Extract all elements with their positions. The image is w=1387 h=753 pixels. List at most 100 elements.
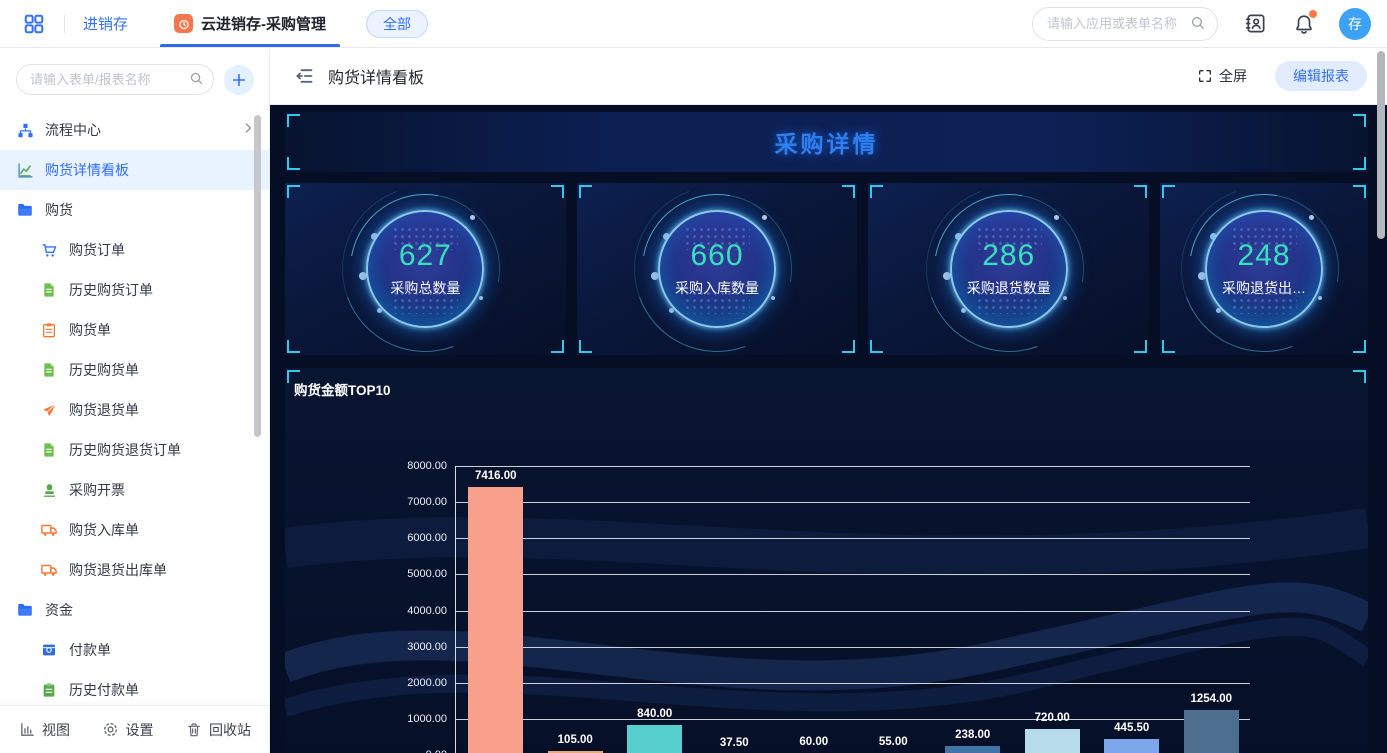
app-clock-icon <box>174 14 194 33</box>
bar-chart-plot: 0.001000.002000.003000.004000.005000.006… <box>407 460 1250 753</box>
gauge-panel-3: 248 采购退货出… <box>1160 183 1368 355</box>
bar-value-label: 55.00 <box>878 736 908 748</box>
bar-2[interactable] <box>627 724 683 753</box>
document-icon <box>40 441 58 459</box>
gauge-panel-2: 286 采购退货数量 <box>868 183 1150 355</box>
gridline <box>456 718 1250 720</box>
sidebar-footer-视图[interactable]: 视图 <box>18 720 70 740</box>
notification-bell-icon[interactable] <box>1293 9 1317 35</box>
sidebar: 流程中心购货详情看板购货购货订单历史购货订单购货单历史购货单购货退货单历史购货退… <box>0 48 270 753</box>
gridline <box>456 646 1250 648</box>
sidebar-item-6[interactable]: 历史购货单 <box>0 350 269 390</box>
contacts-directory-icon[interactable] <box>1244 12 1267 35</box>
bar-value-label: 720.00 <box>1034 711 1070 724</box>
main-scrollbar[interactable] <box>1377 51 1385 239</box>
header-actions: 全屏 编辑报表 <box>1197 61 1367 91</box>
clipboard-green-icon <box>40 681 58 699</box>
sidebar-item-label: 购货单 <box>69 322 111 338</box>
bar-value-label: 445.50 <box>1114 721 1150 734</box>
clipboard-orange-icon <box>40 321 58 339</box>
user-avatar[interactable]: 存 <box>1339 7 1371 40</box>
sidebar-item-8[interactable]: 历史购货退货订单 <box>0 430 269 470</box>
apps-grid-icon[interactable] <box>22 12 46 36</box>
main-area: 购货详情看板 全屏 编辑报表 采购详情 627 采购总数量 660 采购入库数量 286… <box>270 48 1387 753</box>
y-axis-tick-label: 4000.00 <box>407 604 447 617</box>
paper-plane-icon <box>40 401 58 419</box>
sidebar-item-5[interactable]: 购货单 <box>0 310 269 350</box>
gauge-label: 采购入库数量 <box>675 279 760 296</box>
gauge-circle: 627 采购总数量 <box>366 210 485 328</box>
decor-dot <box>1318 296 1323 300</box>
navbar-right: 存 <box>1032 6 1387 41</box>
collapse-sidebar-icon[interactable] <box>294 66 314 86</box>
navbar-left: 进销存 云进销存-采购管理 全部 <box>0 0 429 47</box>
sidebar-item-12[interactable]: 资金 <box>0 590 269 630</box>
stamp-icon <box>40 481 58 499</box>
y-axis-tick-label: 5000.00 <box>407 568 447 581</box>
gauge: 248 采购退货出… <box>1160 183 1368 355</box>
decor-dot <box>1309 215 1315 220</box>
sidebar-item-1[interactable]: 购货详情看板 <box>0 150 269 190</box>
y-axis-tick-label: 0.00 <box>377 749 447 753</box>
search-icon <box>189 71 204 91</box>
sidebar-item-9[interactable]: 采购开票 <box>0 470 269 510</box>
bar-9[interactable] <box>1183 709 1239 753</box>
add-form-button[interactable] <box>224 64 254 95</box>
gauge-panel-1: 660 采购入库数量 <box>576 183 858 355</box>
bar-6[interactable] <box>945 746 1001 753</box>
sidebar-item-11[interactable]: 购货退货出库单 <box>0 550 269 590</box>
sidebar-item-label: 历史购货退货订单 <box>69 442 181 458</box>
fullscreen-label: 全屏 <box>1219 68 1247 84</box>
bar-8[interactable] <box>1104 738 1160 753</box>
bar-7[interactable] <box>1024 729 1080 753</box>
document-icon <box>40 281 58 299</box>
sidebar-item-10[interactable]: 购货入库单 <box>0 510 269 550</box>
y-axis-tick-label: 1000.00 <box>407 712 447 725</box>
decor-dot <box>1053 215 1059 220</box>
sidebar-item-13[interactable]: 付款单 <box>0 630 269 670</box>
gauge-value: 660 <box>690 238 744 272</box>
edit-report-button[interactable]: 编辑报表 <box>1275 61 1367 91</box>
bar-value-label: 840.00 <box>637 707 673 720</box>
fullscreen-button[interactable]: 全屏 <box>1197 66 1247 86</box>
truck-icon <box>40 561 58 579</box>
gauge: 286 采购退货数量 <box>898 183 1120 355</box>
sidebar-search-input[interactable] <box>16 64 214 95</box>
bar-value-label: 7416.00 <box>474 470 517 483</box>
sidebar-footer-回收站[interactable]: 回收站 <box>185 720 251 740</box>
gridline <box>456 610 1250 612</box>
gauge-circle: 660 采购入库数量 <box>658 210 777 328</box>
sidebar-search-row <box>0 48 269 105</box>
sidebar-footer-设置[interactable]: 设置 <box>102 720 154 740</box>
decor-dot <box>1062 296 1067 300</box>
search-icon <box>1190 15 1206 36</box>
sidebar-item-2[interactable]: 购货 <box>0 190 269 230</box>
sidebar-item-7[interactable]: 购货退货单 <box>0 390 269 430</box>
gauge-panel-0: 627 采购总数量 <box>285 183 566 355</box>
settings-icon <box>102 721 120 739</box>
sidebar-item-4[interactable]: 历史购货订单 <box>0 270 269 310</box>
y-axis-tick-label: 6000.00 <box>407 532 447 545</box>
views-icon <box>18 721 36 739</box>
sidebar-menu: 流程中心购货详情看板 购货 购货订单 历史购货订单购货单历史购货单 购货退货单历史购货退… <box>0 110 269 705</box>
sidebar-item-label: 流程中心 <box>45 122 101 138</box>
gauge-circle: 248 采购退货出… <box>1205 210 1324 328</box>
gauge: 660 采购入库数量 <box>606 183 828 355</box>
sidebar-item-label: 资金 <box>45 602 73 618</box>
gridline <box>456 574 1250 576</box>
sidebar-item-0[interactable]: 流程中心 <box>0 110 269 150</box>
main-header: 购货详情看板 全屏 编辑报表 <box>270 48 1387 105</box>
sidebar-item-label: 历史付款单 <box>69 682 139 698</box>
y-axis-tick-label: 3000.00 <box>407 640 447 653</box>
bar-0[interactable] <box>468 487 524 753</box>
dashboard-canvas: 采购详情 627 采购总数量 660 采购入库数量 286 采购退货数量 248 采购退货出…… <box>270 105 1387 753</box>
global-search <box>1032 6 1218 41</box>
sidebar-item-3[interactable]: 购货订单 <box>0 230 269 270</box>
y-axis-tick-label: 2000.00 <box>407 676 447 689</box>
all-apps-button[interactable]: 全部 <box>366 9 429 38</box>
brand-link[interactable]: 进销存 <box>83 13 128 34</box>
tab-app-active[interactable]: 云进销存-采购管理 <box>160 0 341 47</box>
sidebar-scrollbar[interactable] <box>254 115 261 437</box>
sitemap-icon <box>16 121 34 139</box>
sidebar-item-14[interactable]: 历史付款单 <box>0 670 269 705</box>
